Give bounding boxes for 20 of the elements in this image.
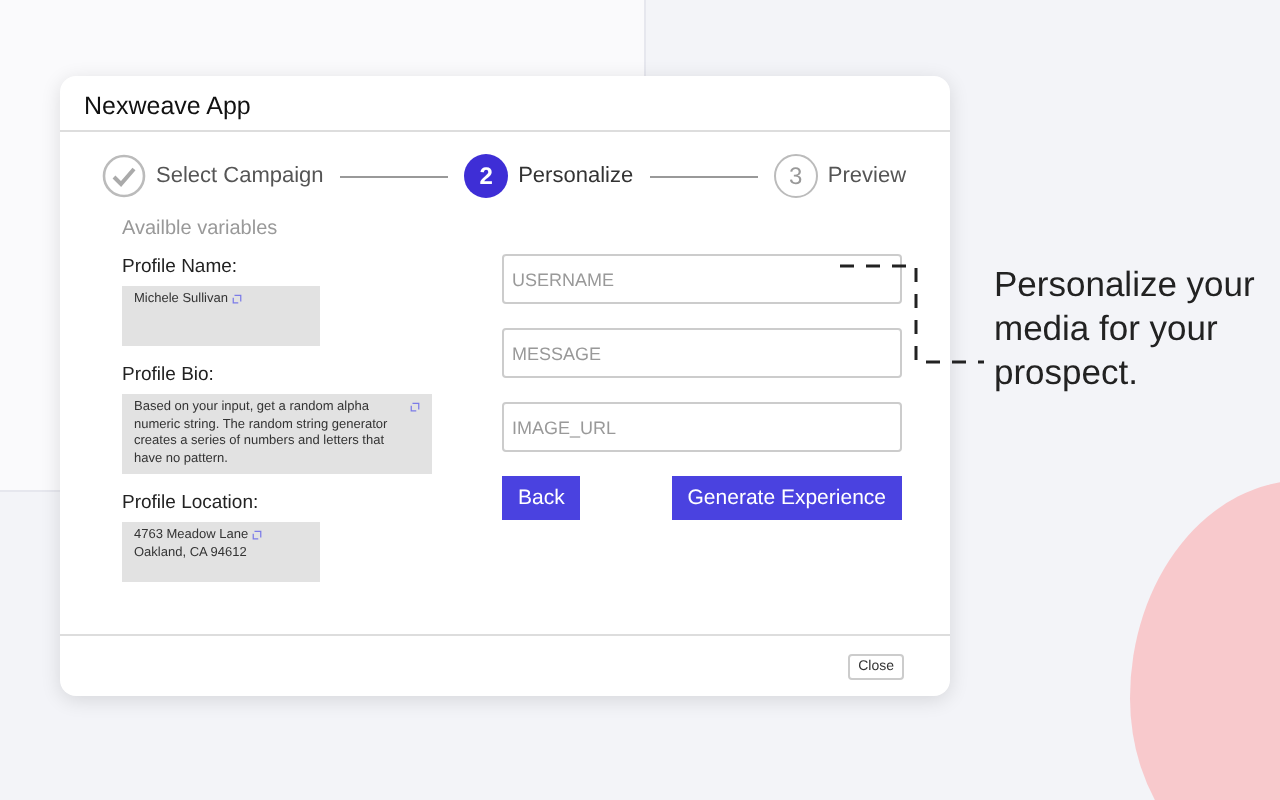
leader-line (840, 264, 984, 368)
copy-icon[interactable] (410, 402, 420, 412)
step-number: 3 (773, 154, 818, 198)
step-label: Preview (827, 164, 907, 188)
caption-text: Personalize your media for your prospect. (994, 262, 1257, 394)
generate-button[interactable]: Generate Experience (671, 476, 902, 520)
copy-icon[interactable] (231, 294, 242, 304)
input-field[interactable]: MESSAGE (502, 328, 902, 378)
back-button[interactable]: Back (502, 476, 581, 520)
step-label: Personalize (518, 164, 634, 188)
step-number: 2 (464, 154, 509, 198)
copy-icon[interactable] (252, 530, 263, 540)
section-heading: Availble variables (122, 218, 280, 240)
input-field[interactable]: IMAGE_URL (502, 402, 902, 452)
input-field[interactable]: USERNAME (502, 254, 902, 304)
window-title: Nexweave App (60, 76, 950, 132)
variable-label: Profile Location: (122, 492, 261, 514)
variable-label: Profile Bio: (122, 364, 216, 386)
step-label: Select Campaign (156, 164, 324, 188)
variable-label: Profile Name: (122, 256, 240, 278)
